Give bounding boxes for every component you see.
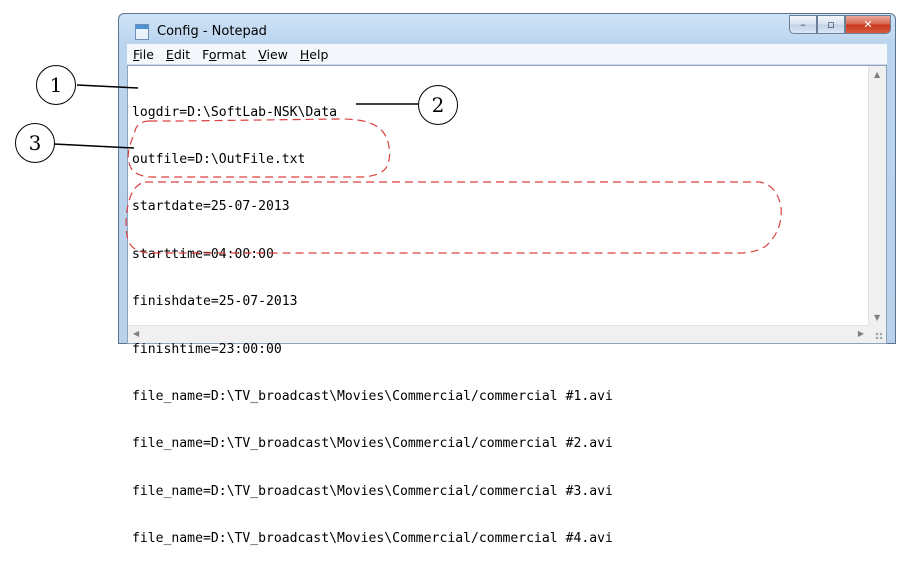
- callout-1: 1: [36, 65, 76, 105]
- text-line: file_name=D:\TV_broadcast\Movies\Commerc…: [132, 388, 613, 404]
- text-line: file_name=D:\TV_broadcast\Movies\Commerc…: [132, 436, 613, 452]
- text-line: file_name=D:\TV_broadcast\Movies\Commerc…: [132, 531, 613, 547]
- callout-3: 3: [15, 123, 55, 163]
- callout-3-leader: [53, 143, 135, 149]
- dates-highlight: [127, 118, 391, 178]
- callout-1-leader: [76, 84, 139, 89]
- text-line: file_name=D:\TV_broadcast\Movies\Commerc…: [132, 483, 613, 499]
- files-highlight: [125, 181, 782, 254]
- callout-2: 2: [418, 85, 458, 125]
- annotation-overlay: [53, 84, 782, 254]
